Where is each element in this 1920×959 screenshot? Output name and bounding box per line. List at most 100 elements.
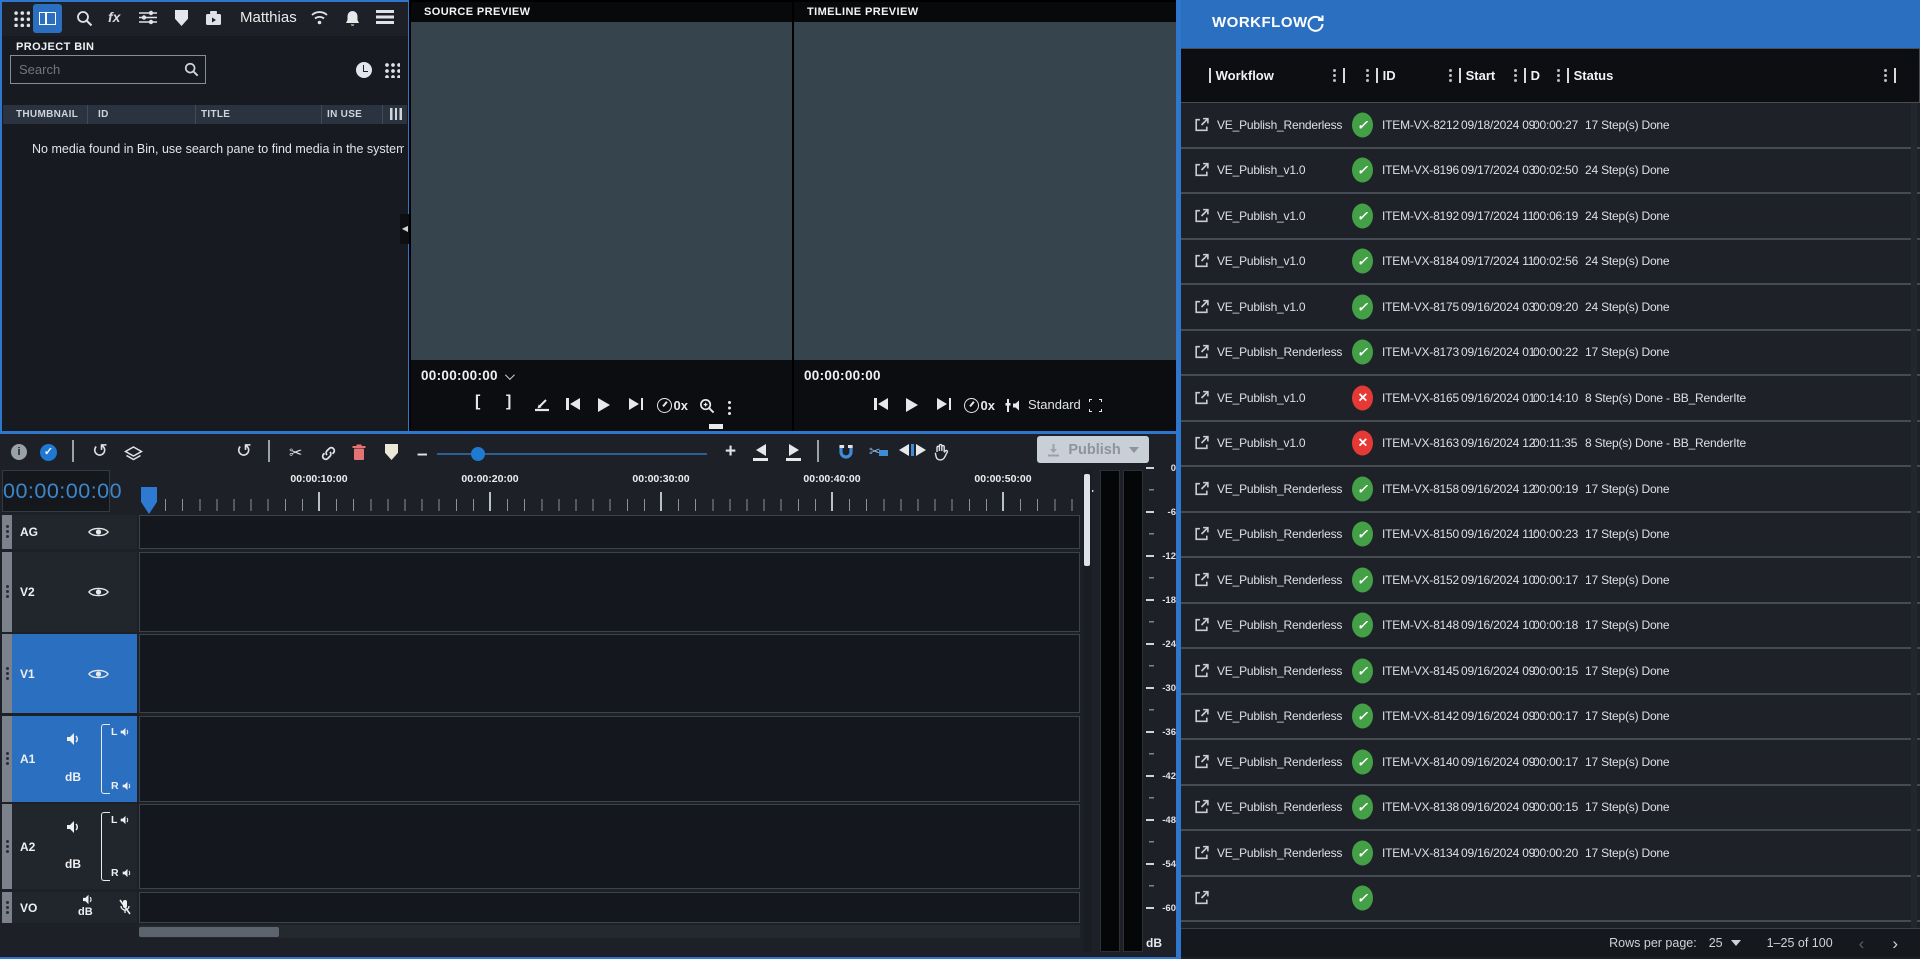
info-icon[interactable]: i	[11, 444, 27, 460]
history-icon[interactable]	[356, 62, 372, 78]
zoom-slider-knob[interactable]	[471, 447, 485, 461]
channel-left[interactable]: L	[111, 814, 131, 826]
workflow-row[interactable]: VE_Publish_Renderless ITEM-VX-8142 09/16…	[1181, 695, 1920, 741]
shield-icon[interactable]	[175, 10, 188, 26]
lift-left-icon[interactable]	[753, 444, 768, 461]
select-check-icon[interactable]: ✓	[40, 444, 57, 461]
publish-button[interactable]: Publish	[1037, 436, 1149, 463]
fullscreen-icon[interactable]	[1089, 399, 1102, 412]
go-to-end-button[interactable]	[937, 398, 951, 410]
workflow-row[interactable]: VE_Publish_Renderless ITEM-VX-8148 09/16…	[1181, 604, 1920, 650]
open-workflow-icon[interactable]	[1193, 162, 1210, 179]
play-button[interactable]	[598, 398, 610, 412]
open-workflow-icon[interactable]	[1193, 844, 1210, 861]
open-workflow-icon[interactable]	[1193, 253, 1210, 270]
bin-col-title[interactable]: TITLE	[201, 109, 230, 120]
workflow-row[interactable]: VE_Publish_v1.0 ITEM-VX-8165 09/16/2024 …	[1181, 376, 1920, 422]
col-duration[interactable]: D	[1514, 68, 1540, 83]
bin-search-icon[interactable]	[184, 62, 199, 77]
timeline-preview-video[interactable]	[794, 22, 1176, 360]
bin-col-thumbnail[interactable]: THUMBNAIL	[16, 109, 78, 120]
open-workflow-icon[interactable]	[1193, 389, 1210, 406]
track-drag-handle[interactable]	[2, 804, 12, 889]
rows-per-page-value[interactable]: 25	[1709, 936, 1723, 950]
track-lane-V1[interactable]	[139, 634, 1080, 713]
bin-col-inuse[interactable]: IN USE	[327, 109, 362, 120]
open-workflow-icon[interactable]	[1193, 480, 1210, 497]
next-page-button[interactable]: ›	[1892, 935, 1898, 952]
speaker-icon[interactable]	[82, 894, 95, 905]
track-header-VO[interactable]: VO dB	[2, 892, 137, 923]
extract-right-icon[interactable]	[786, 444, 801, 461]
trim-icon[interactable]	[899, 444, 926, 456]
mark-in-button[interactable]: [	[475, 393, 480, 411]
playback-speed-control[interactable]: 0x	[964, 398, 995, 413]
track-drag-handle[interactable]	[2, 716, 12, 802]
cut-icon[interactable]: ✂	[289, 443, 302, 463]
undo-icon[interactable]: ↺	[92, 444, 108, 460]
col-workflow[interactable]: Workflow	[1209, 68, 1274, 83]
panel-layout-button-active[interactable]	[33, 4, 62, 33]
zoom-in-button[interactable]: +	[725, 444, 736, 460]
open-workflow-icon[interactable]	[1193, 571, 1210, 588]
workflow-row[interactable]: VE_Publish_Renderless ITEM-VX-8212 09/18…	[1181, 103, 1920, 149]
refresh-icon[interactable]	[1305, 13, 1325, 33]
zoom-icon[interactable]	[699, 398, 715, 414]
columns-settings-icon[interactable]	[390, 108, 402, 120]
razor-all-tracks-icon[interactable]: ✂	[869, 443, 888, 461]
workflow-row[interactable]: VE_Publish_Renderless ITEM-VX-8158 09/16…	[1181, 467, 1920, 513]
marker-icon[interactable]	[385, 444, 398, 465]
open-workflow-icon[interactable]	[1193, 298, 1210, 315]
hand-tool-icon[interactable]	[933, 443, 949, 461]
go-to-end-button[interactable]	[629, 398, 643, 410]
speaker-icon[interactable]	[66, 820, 82, 834]
workflow-row[interactable]: VE_Publish_v1.0 ITEM-VX-8175 09/16/2024 …	[1181, 285, 1920, 331]
menu-icon[interactable]	[376, 10, 394, 24]
vertical-scrollbar-thumb[interactable]	[1084, 474, 1090, 566]
grid-view-icon[interactable]	[384, 62, 400, 78]
timeline-ruler[interactable]: 00:00:10:00 00:00:20:00 00:00:30:00 00:0…	[110, 470, 1080, 512]
channel-right[interactable]: R	[111, 867, 133, 879]
open-workflow-icon[interactable]	[1193, 526, 1210, 543]
workflow-row[interactable]: VE_Publish_Renderless ITEM-VX-8152 09/16…	[1181, 558, 1920, 604]
rows-per-page-dropdown-icon[interactable]	[1731, 940, 1741, 946]
eye-icon[interactable]	[88, 667, 109, 680]
workflow-row[interactable]: VE_Publish_v1.0 ITEM-VX-8192 09/17/2024 …	[1181, 194, 1920, 240]
playback-speed-control[interactable]: 0x	[657, 398, 688, 413]
track-lane-A2[interactable]	[139, 804, 1080, 889]
workflow-row[interactable]: VE_Publish_Renderless ITEM-VX-8134 09/16…	[1181, 831, 1920, 877]
media-export-icon[interactable]	[205, 10, 222, 26]
go-to-start-button[interactable]	[874, 398, 888, 410]
user-name[interactable]: Matthias	[240, 9, 297, 26]
zoom-out-button[interactable]: –	[417, 447, 428, 463]
publish-dropdown-icon[interactable]	[1129, 447, 1139, 453]
search-icon[interactable]	[76, 10, 93, 27]
workflow-row[interactable]: VE_Publish_Renderless ITEM-VX-8145 09/16…	[1181, 649, 1920, 695]
track-drag-handle[interactable]	[2, 552, 12, 632]
bin-search-input[interactable]	[17, 59, 177, 80]
track-header-A2[interactable]: A2 dB L R	[2, 804, 137, 889]
track-drag-handle[interactable]	[2, 892, 12, 923]
workflow-row[interactable]: VE_Publish_Renderless ITEM-VX-8150 09/16…	[1181, 513, 1920, 559]
gain-label[interactable]: dB	[65, 770, 81, 784]
open-workflow-icon[interactable]	[1193, 116, 1210, 133]
bin-col-id[interactable]: ID	[98, 109, 109, 120]
workflow-scrollbar[interactable]	[1911, 103, 1917, 928]
gain-label[interactable]: dB	[65, 857, 81, 871]
track-header-A1-selected[interactable]: A1 dB L R	[2, 716, 137, 802]
quality-selector[interactable]: Standard	[1028, 397, 1081, 412]
open-workflow-icon[interactable]	[1193, 799, 1210, 816]
open-workflow-icon[interactable]	[1193, 753, 1210, 770]
mark-out-button[interactable]: ]	[506, 393, 511, 411]
play-button[interactable]	[906, 398, 918, 412]
open-workflow-icon[interactable]	[1193, 890, 1210, 907]
channel-right[interactable]: R	[111, 780, 133, 792]
workflow-row[interactable]	[1181, 877, 1920, 923]
wifi-icon[interactable]	[310, 10, 329, 25]
col-grip[interactable]	[1333, 68, 1348, 83]
open-workflow-icon[interactable]	[1193, 435, 1210, 452]
panel-resize-grip[interactable]	[709, 424, 723, 429]
col-start[interactable]: Start	[1449, 68, 1495, 83]
prev-page-button[interactable]: ‹	[1859, 935, 1865, 952]
workflow-row[interactable]: VE_Publish_v1.0 ITEM-VX-8184 09/17/2024 …	[1181, 240, 1920, 286]
